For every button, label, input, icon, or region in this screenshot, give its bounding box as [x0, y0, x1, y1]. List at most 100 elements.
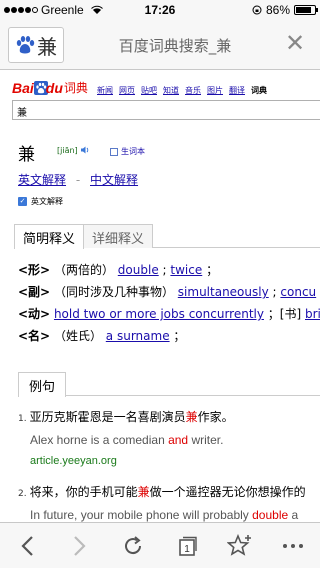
- battery-percent: 86%: [265, 3, 290, 17]
- pos-tag: <名>: [18, 329, 51, 343]
- nav-music[interactable]: 音乐: [185, 85, 201, 96]
- example-cn-text: 做一个遥控器无论你想操作的: [149, 485, 306, 499]
- example-cn-highlight: 兼: [137, 485, 150, 499]
- example-cn-text: 亚历克斯霍恩是一名喜剧演员: [29, 410, 186, 424]
- nav-images[interactable]: 图片: [207, 85, 223, 96]
- example-en-text: Alex horne is a comedian: [30, 433, 169, 447]
- vocab-book-button[interactable]: 生词本: [110, 146, 145, 157]
- example-cn-text: 将来，你的手机可能: [29, 485, 138, 499]
- definition-separator: ;: [272, 285, 277, 299]
- example-en-text: a: [288, 508, 299, 522]
- pos-tag: <形>: [18, 263, 51, 277]
- example-item: 2. 将来，你的手机可能兼做一个遥控器无论你想操作的 In future, you…: [18, 483, 320, 522]
- nav-zhidao[interactable]: 知道: [163, 85, 179, 96]
- example-english: In future, your mobile phone will probab…: [30, 508, 320, 522]
- definition-row: <动> hold two or more jobs concurrently ；…: [18, 306, 320, 328]
- example-number: 2.: [18, 489, 27, 499]
- nav-translate[interactable]: 翻译: [229, 85, 245, 96]
- definition-link[interactable]: double: [118, 263, 159, 277]
- baidu-nav: 新闻 网页 贴吧 知道 音乐 图片 翻译 词典: [97, 85, 267, 96]
- definition-link[interactable]: hold two or more jobs concurrently: [54, 307, 264, 321]
- vocab-book-icon: [110, 147, 118, 156]
- definition-separator: ;: [162, 263, 167, 277]
- favicon-char: 兼: [37, 34, 57, 59]
- more-menu-button[interactable]: [273, 526, 313, 566]
- status-bar: Greenle 17:26 86%: [0, 0, 320, 20]
- examples-tab-bar: 例句: [18, 372, 320, 397]
- example-number: 1.: [18, 414, 27, 424]
- examples-list: 1. 亚历克斯霍恩是一名喜剧演员兼作家。 Alex horne is a come…: [18, 408, 320, 538]
- nav-web[interactable]: 网页: [119, 85, 135, 96]
- definition-link[interactable]: a surname: [106, 329, 170, 343]
- definition-suffix: ；: [173, 329, 186, 343]
- close-tab-icon[interactable]: ✕: [284, 30, 306, 58]
- definition-link[interactable]: simultaneously: [178, 285, 269, 299]
- example-cn-highlight: 兼: [185, 410, 198, 424]
- tab-detailed-definition[interactable]: 详细释义: [84, 224, 154, 248]
- example-chinese: 1. 亚历克斯霍恩是一名喜剧演员兼作家。: [18, 408, 320, 425]
- tab-title[interactable]: 百度词典搜索_兼: [70, 35, 280, 56]
- example-source: article.yeeyan.org: [30, 455, 117, 467]
- nav-tieba[interactable]: 贴吧: [141, 85, 157, 96]
- tabs-icon: 1: [178, 536, 197, 556]
- back-arrow-icon: [21, 535, 33, 556]
- link-separator: -: [75, 173, 81, 187]
- logo-bai: Bai: [12, 80, 34, 96]
- example-chinese: 2. 将来，你的手机可能兼做一个遥控器无论你想操作的: [18, 483, 320, 500]
- example-en-highlight: double: [252, 508, 289, 522]
- pos-tag: <动>: [18, 307, 51, 321]
- definition-note: （姓氏）: [53, 329, 102, 343]
- search-input[interactable]: 兼: [12, 100, 320, 120]
- english-explanation-toggle[interactable]: ✓ 英文解释: [18, 196, 63, 207]
- english-toggle-label: 英文解释: [31, 197, 63, 206]
- battery-icon: [294, 5, 318, 15]
- bookmark-button[interactable]: [220, 526, 260, 566]
- example-en-highlight: and: [168, 433, 189, 447]
- battery-fill: [296, 7, 312, 13]
- example-en-text: In future, your mobile phone will probab…: [30, 508, 253, 522]
- definition-link[interactable]: twice: [170, 263, 202, 277]
- baidu-paw-icon: [16, 36, 35, 54]
- pinyin: [jiān]: [57, 146, 78, 155]
- tab-favicon[interactable]: 兼: [8, 27, 64, 63]
- definition-tabs: 简明释义 详细释义: [14, 224, 320, 249]
- check-icon: ✓: [18, 197, 27, 206]
- definition-link[interactable]: concu: [280, 285, 316, 299]
- logo-cidian: 词典: [63, 81, 88, 95]
- baidu-header: Bai du 词典 新闻 网页 贴吧 知道 音乐 图片 翻译 词典: [0, 72, 320, 100]
- example-english: Alex horne is a comedian and writer.: [30, 433, 320, 447]
- explanation-links: 英文解释 - 中文解释: [18, 171, 138, 188]
- reload-button[interactable]: [113, 526, 153, 566]
- more-dots-icon: [283, 543, 304, 548]
- browser-toolbar: 1: [0, 522, 320, 568]
- tabs-button[interactable]: 1: [167, 526, 207, 566]
- reload-icon: [125, 535, 142, 554]
- forward-button[interactable]: [60, 526, 100, 566]
- example-cn-text: 作家。: [197, 410, 234, 424]
- definition-row: <形> （两倍的） double ; twice ；: [18, 262, 320, 284]
- definition-row: <名> （姓氏） a surname ；: [18, 328, 320, 350]
- definition-suffix: ；: [206, 263, 219, 277]
- baidu-logo[interactable]: Bai du 词典: [12, 79, 88, 96]
- headword: 兼: [18, 145, 35, 165]
- status-right: 86%: [252, 3, 318, 17]
- tab-header: 兼 百度词典搜索_兼 ✕: [0, 20, 320, 70]
- rotation-lock-icon: [252, 5, 262, 15]
- nav-news[interactable]: 新闻: [97, 85, 113, 96]
- vocab-book-label: 生词本: [121, 147, 145, 156]
- definition-mid: ；[书]: [267, 307, 302, 321]
- definition-link[interactable]: bring t: [305, 307, 320, 321]
- link-english-explanation[interactable]: 英文解释: [18, 173, 66, 187]
- link-chinese-explanation[interactable]: 中文解释: [90, 173, 138, 187]
- speaker-icon[interactable]: [80, 145, 90, 155]
- back-button[interactable]: [7, 526, 47, 566]
- pos-tag: <副>: [18, 285, 51, 299]
- definition-list: <形> （两倍的） double ; twice ； <副> （同时涉及几种事物…: [18, 262, 320, 350]
- star-plus-icon: [226, 533, 251, 556]
- logo-du: du: [45, 80, 63, 96]
- definition-note: （两倍的）: [53, 263, 114, 277]
- svg-text:1: 1: [184, 544, 190, 555]
- tab-concise-definition[interactable]: 简明释义: [14, 224, 85, 249]
- tab-examples[interactable]: 例句: [18, 372, 67, 397]
- definition-row: <副> （同时涉及几种事物） simultaneously ; concu: [18, 284, 320, 306]
